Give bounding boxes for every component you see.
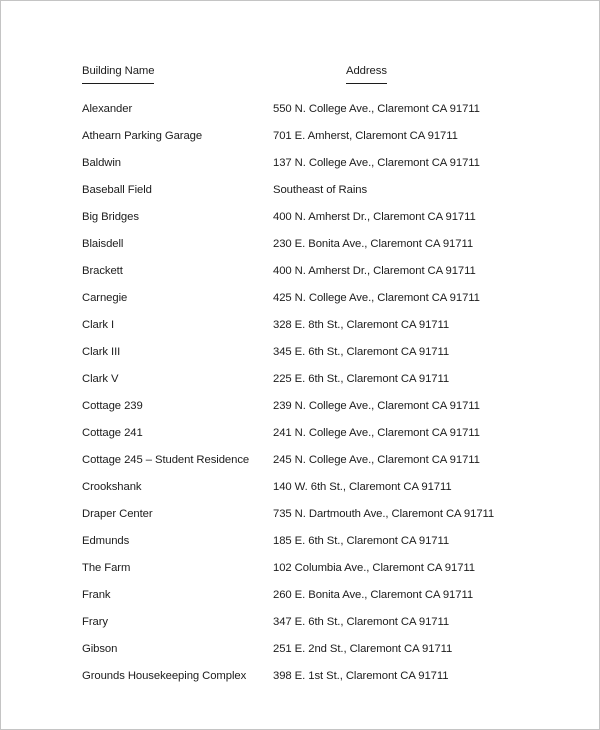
document-page: Building Name Address Alexander 550 N. Co… [0,0,600,730]
table-row: Big Bridges 400 N. Amherst Dr., Claremont… [82,204,502,231]
cell-address: 347 E. 6th St., Claremont CA 91711 [273,616,450,628]
cell-building-name: Blaisdell [82,238,124,250]
cell-address: 400 N. Amherst Dr., Claremont CA 91711 [273,265,476,277]
building-address-table: Building Name Address Alexander 550 N. Co… [82,60,502,690]
column-header-address: Address [273,60,502,90]
cell-address: 241 N. College Ave., Claremont CA 91711 [273,427,480,439]
cell-building-name: The Farm [82,562,131,574]
cell-address: Southeast of Rains [273,184,368,196]
cell-building-name: Cottage 241 [82,427,143,439]
table-row: Cottage 239 239 N. College Ave., Claremon… [82,393,502,420]
cell-address: 102 Columbia Ave., Claremont CA 91711 [273,562,475,574]
cell-building-name: Frank [82,589,111,601]
cell-address: 328 E. 8th St., Claremont CA 91711 [273,319,450,331]
table-row: Grounds Housekeeping Complex 398 E. 1st S… [82,663,502,690]
table-row: Athearn Parking Garage 701 E. Amherst, Cl… [82,123,502,150]
cell-address: 398 E. 1st St., Claremont CA 91711 [273,670,449,682]
table-row: Draper Center 735 N. Dartmouth Ave., Clar… [82,501,502,528]
cell-building-name: Clark III [82,346,121,358]
table-row: Blaisdell 230 E. Bonita Ave., Claremont C… [82,231,502,258]
cell-building-name: Gibson [82,643,118,655]
cell-address: 550 N. College Ave., Claremont CA 91711 [273,103,480,115]
table-row: Clark III 345 E. 6th St., Claremont CA 91… [82,339,502,366]
cell-building-name: Cottage 239 [82,400,143,412]
cell-building-name: Clark V [82,373,119,385]
table-body: Alexander 550 N. College Ave., Claremont … [82,96,502,690]
table-row: Gibson 251 E. 2nd St., Claremont CA 91711 [82,636,502,663]
table-header: Building Name Address [82,60,502,96]
table-row: Clark I 328 E. 8th St., Claremont CA 9171… [82,312,502,339]
cell-building-name: Grounds Housekeeping Complex [82,670,247,682]
cell-address: 137 N. College Ave., Claremont CA 91711 [273,157,480,169]
table-row: Cottage 245 – Student Residence 245 N. Co… [82,447,502,474]
column-header-address-label: Address [346,60,387,84]
cell-building-name: Frary [82,616,108,628]
table-row: Crookshank 140 W. 6th St., Claremont CA 9… [82,474,502,501]
table-row: Carnegie 425 N. College Ave., Claremont C… [82,285,502,312]
cell-address: 735 N. Dartmouth Ave., Claremont CA 9171… [273,508,495,520]
cell-address: 225 E. 6th St., Claremont CA 91711 [273,373,450,385]
cell-building-name: Carnegie [82,292,128,304]
table-row: Brackett 400 N. Amherst Dr., Claremont CA… [82,258,502,285]
table-row: Edmunds 185 E. 6th St., Claremont CA 9171… [82,528,502,555]
cell-building-name: Big Bridges [82,211,139,223]
cell-address: 185 E. 6th St., Claremont CA 91711 [273,535,450,547]
cell-address: 239 N. College Ave., Claremont CA 91711 [273,400,480,412]
cell-address: 245 N. College Ave., Claremont CA 91711 [273,454,480,466]
table-row: The Farm 102 Columbia Ave., Claremont CA … [82,555,502,582]
cell-building-name: Crookshank [82,481,142,493]
cell-building-name: Baseball Field [82,184,152,196]
cell-address: 260 E. Bonita Ave., Claremont CA 91711 [273,589,474,601]
cell-building-name: Baldwin [82,157,122,169]
cell-building-name: Edmunds [82,535,130,547]
table-header-row: Building Name Address [82,60,502,90]
table-row: Baldwin 137 N. College Ave., Claremont CA… [82,150,502,177]
cell-address: 251 E. 2nd St., Claremont CA 91711 [273,643,453,655]
cell-building-name: Athearn Parking Garage [82,130,203,142]
table-row: Frank 260 E. Bonita Ave., Claremont CA 91… [82,582,502,609]
table-row: Baseball Field Southeast of Rains [82,177,502,204]
column-header-building-name-label: Building Name [82,60,155,84]
cell-building-name: Draper Center [82,508,153,520]
cell-building-name: Cottage 245 – Student Residence [82,454,250,466]
column-header-building-name: Building Name [82,60,273,90]
cell-address: 425 N. College Ave., Claremont CA 91711 [273,292,480,304]
cell-address: 230 E. Bonita Ave., Claremont CA 91711 [273,238,474,250]
table-row: Cottage 241 241 N. College Ave., Claremon… [82,420,502,447]
cell-building-name: Alexander [82,103,133,115]
cell-address: 400 N. Amherst Dr., Claremont CA 91711 [273,211,476,223]
cell-address: 345 E. 6th St., Claremont CA 91711 [273,346,450,358]
cell-building-name: Brackett [82,265,123,277]
page-sheet: Building Name Address Alexander 550 N. Co… [1,1,599,729]
cell-building-name: Clark I [82,319,115,331]
table-row: Frary 347 E. 6th St., Claremont CA 91711 [82,609,502,636]
table-row: Clark V 225 E. 6th St., Claremont CA 9171… [82,366,502,393]
cell-address: 701 E. Amherst, Claremont CA 91711 [273,130,458,142]
table-row: Alexander 550 N. College Ave., Claremont … [82,96,502,123]
cell-address: 140 W. 6th St., Claremont CA 91711 [273,481,452,493]
